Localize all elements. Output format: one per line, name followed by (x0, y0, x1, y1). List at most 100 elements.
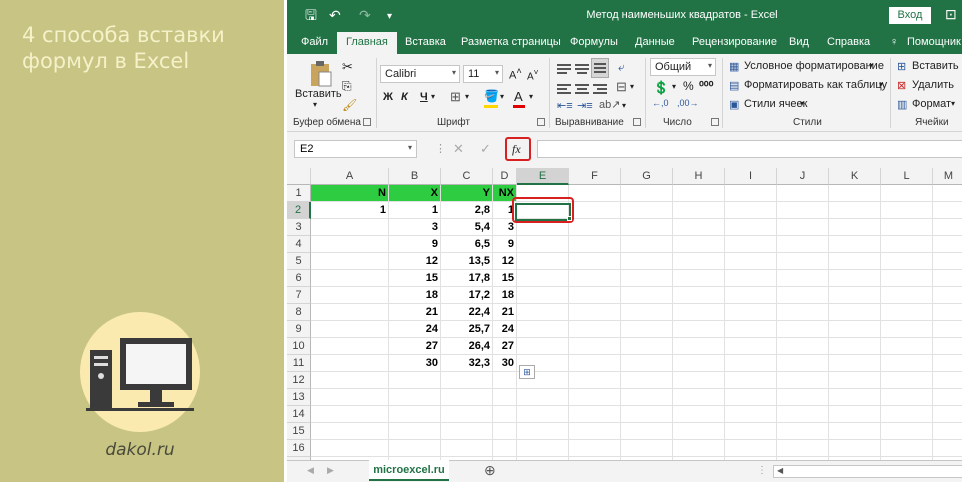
empty-cell[interactable] (441, 372, 493, 389)
tab-formulas[interactable]: Формулы (570, 36, 618, 48)
column-header[interactable]: K (829, 168, 881, 185)
data-cell[interactable]: 27 (493, 338, 517, 355)
empty-cell[interactable] (569, 236, 621, 253)
empty-cell[interactable] (881, 202, 933, 219)
chevron-down-icon[interactable]: ▾ (800, 99, 804, 108)
chevron-down-icon[interactable]: ▾ (951, 99, 955, 108)
data-cell[interactable]: 1 (311, 202, 389, 219)
empty-cell[interactable] (881, 185, 933, 202)
column-header[interactable]: C (441, 168, 493, 185)
data-cell[interactable] (311, 321, 389, 338)
drag-handle-icon[interactable]: ⋮ (435, 142, 446, 155)
data-cell[interactable] (311, 304, 389, 321)
empty-cell[interactable] (725, 355, 777, 372)
chevron-down-icon[interactable]: ▾ (672, 82, 676, 91)
empty-cell[interactable] (725, 304, 777, 321)
empty-cell[interactable] (569, 440, 621, 457)
data-cell[interactable]: 17,8 (441, 270, 493, 287)
empty-cell[interactable] (569, 287, 621, 304)
empty-cell[interactable] (621, 321, 673, 338)
empty-cell[interactable] (569, 270, 621, 287)
tab-review[interactable]: Рецензирование (692, 36, 777, 48)
empty-cell[interactable] (829, 270, 881, 287)
data-cell[interactable]: 1 (389, 202, 441, 219)
empty-cell[interactable] (621, 440, 673, 457)
customize-quick-access-icon[interactable]: ▾ (387, 8, 392, 26)
row-header[interactable]: 5 (287, 253, 311, 270)
empty-cell[interactable] (517, 338, 569, 355)
conditional-formatting-button[interactable]: Условное форматирование (744, 60, 884, 72)
empty-cell[interactable] (389, 389, 441, 406)
data-cell[interactable]: 9 (493, 236, 517, 253)
format-as-table-button[interactable]: Форматировать как таблицу (744, 79, 887, 91)
empty-cell[interactable] (881, 304, 933, 321)
fill-handle[interactable] (567, 216, 572, 221)
empty-cell[interactable] (311, 406, 389, 423)
wrap-text-icon[interactable]: ⤶ (618, 60, 625, 75)
empty-cell[interactable] (389, 372, 441, 389)
empty-cell[interactable] (493, 372, 517, 389)
data-cell[interactable]: 22,4 (441, 304, 493, 321)
row-header[interactable]: 15 (287, 423, 311, 440)
increase-decimal-icon[interactable]: ←,0 (652, 98, 669, 108)
data-cell[interactable]: 2,8 (441, 202, 493, 219)
data-cell[interactable]: 18 (493, 287, 517, 304)
name-box[interactable]: E2 ▾ (294, 140, 417, 158)
data-cell[interactable]: 12 (389, 253, 441, 270)
formula-input[interactable] (537, 140, 962, 158)
empty-cell[interactable] (777, 287, 829, 304)
data-cell[interactable]: 15 (389, 270, 441, 287)
empty-cell[interactable] (441, 389, 493, 406)
chevron-down-icon[interactable]: ▾ (431, 92, 435, 101)
underline-button[interactable]: Ч (420, 91, 428, 103)
empty-cell[interactable] (621, 304, 673, 321)
login-button[interactable]: Вход (889, 7, 931, 24)
empty-cell[interactable] (777, 202, 829, 219)
empty-cell[interactable] (389, 406, 441, 423)
empty-cell[interactable] (725, 185, 777, 202)
chevron-down-icon[interactable]: ▾ (869, 61, 873, 70)
font-color-icon[interactable]: A (514, 89, 523, 104)
header-cell[interactable]: X (389, 185, 441, 202)
empty-cell[interactable] (673, 202, 725, 219)
empty-cell[interactable] (493, 389, 517, 406)
empty-cell[interactable] (777, 355, 829, 372)
data-cell[interactable] (311, 338, 389, 355)
data-cell[interactable]: 13,5 (441, 253, 493, 270)
empty-cell[interactable] (569, 321, 621, 338)
empty-cell[interactable] (673, 355, 725, 372)
empty-cell[interactable] (621, 236, 673, 253)
horizontal-scrollbar[interactable]: ◀ (773, 465, 962, 478)
empty-cell[interactable] (725, 202, 777, 219)
column-header[interactable]: H (673, 168, 725, 185)
align-left-icon[interactable] (557, 82, 571, 96)
data-cell[interactable]: 17,2 (441, 287, 493, 304)
empty-cell[interactable] (621, 270, 673, 287)
empty-cell[interactable] (829, 321, 881, 338)
data-cell[interactable]: 15 (493, 270, 517, 287)
empty-cell[interactable] (621, 372, 673, 389)
paste-icon[interactable] (309, 60, 333, 88)
header-cell[interactable]: N (311, 185, 389, 202)
chevron-down-icon[interactable]: ▾ (630, 82, 634, 91)
empty-cell[interactable] (881, 338, 933, 355)
tab-tell-me[interactable]: Помощник (907, 36, 961, 48)
empty-cell[interactable] (933, 440, 962, 457)
empty-cell[interactable] (881, 253, 933, 270)
empty-cell[interactable] (673, 321, 725, 338)
chevron-down-icon[interactable]: ▾ (622, 101, 626, 110)
empty-cell[interactable] (777, 372, 829, 389)
row-header[interactable]: 7 (287, 287, 311, 304)
empty-cell[interactable] (673, 372, 725, 389)
data-cell[interactable]: 12 (493, 253, 517, 270)
number-format-dropdown[interactable]: Общий ▾ (650, 58, 716, 76)
chevron-down-icon[interactable]: ▾ (465, 92, 469, 101)
empty-cell[interactable] (881, 389, 933, 406)
empty-cell[interactable] (777, 185, 829, 202)
empty-cell[interactable] (569, 406, 621, 423)
empty-cell[interactable] (933, 287, 962, 304)
empty-cell[interactable] (881, 423, 933, 440)
alignment-launcher-icon[interactable] (633, 118, 641, 126)
empty-cell[interactable] (441, 440, 493, 457)
drag-handle-icon[interactable]: ⋮ (757, 465, 767, 476)
